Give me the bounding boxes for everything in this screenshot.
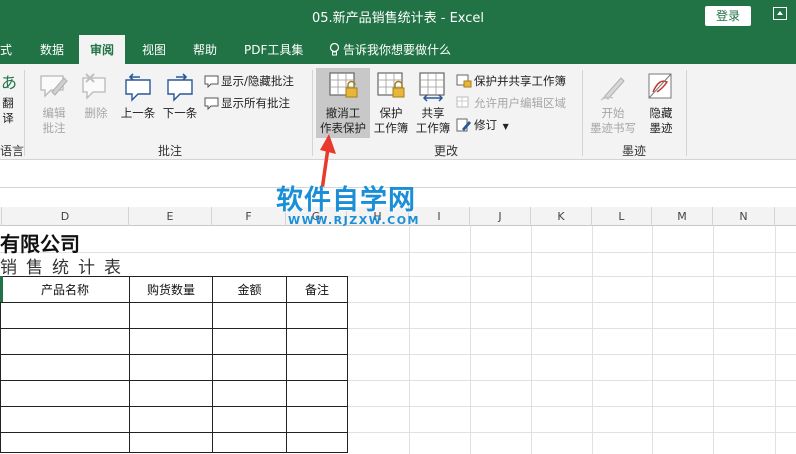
start-inking-label-1: 开始 — [601, 106, 625, 120]
column-header-m[interactable]: M — [652, 207, 713, 226]
login-button[interactable]: 登录 — [705, 6, 751, 26]
table-header-amount[interactable]: 金额 — [212, 276, 287, 303]
previous-comment-button[interactable]: 上一条 — [118, 70, 158, 121]
group-label-ink: 墨迹 — [622, 144, 647, 158]
translate-icon: あ — [1, 73, 17, 92]
share-workbook-label-1: 共享 — [421, 106, 445, 120]
tab-view[interactable]: 视图 — [142, 41, 166, 58]
share-workbook-icon — [419, 72, 445, 102]
protect-share-icon — [456, 74, 472, 88]
watermark-logo: 软件自学网 WWW.RJZXW.COM — [276, 178, 420, 227]
next-comment-icon — [167, 73, 193, 102]
protect-workbook-label-2: 工作簿 — [373, 121, 409, 135]
show-all-comments-label: 显示所有批注 — [221, 96, 290, 110]
start-inking-button[interactable]: 开始 墨迹书写 — [587, 70, 639, 136]
hide-ink-label-1: 隐藏 — [649, 106, 673, 120]
share-workbook-button[interactable]: 共享 工作簿 — [413, 70, 453, 136]
table-row — [0, 406, 348, 433]
table-row — [0, 354, 348, 381]
protect-workbook-icon — [377, 72, 405, 98]
ribbon-review: あ 翻 译 语言 编辑 批注 删除 上一条 下一条 显示/隐藏批注 显示所有批注… — [0, 64, 796, 160]
track-changes-icon — [456, 118, 471, 132]
tab-help[interactable]: 帮助 — [193, 41, 217, 58]
table-row — [0, 380, 348, 407]
protect-share-label: 保护并共享工作簿 — [474, 74, 566, 88]
delete-comment-label: 删除 — [84, 106, 108, 120]
previous-comment-label: 上一条 — [120, 106, 156, 120]
translate-button[interactable]: あ 翻 译 — [0, 70, 17, 126]
lightbulb-icon — [329, 42, 340, 56]
show-hide-comment-button[interactable]: 显示/隐藏批注 — [204, 72, 294, 90]
allow-edit-ranges-icon — [456, 96, 469, 108]
tab-review[interactable]: 审阅 — [79, 35, 126, 64]
column-header-l[interactable]: L — [592, 207, 652, 226]
ribbon-display-options-icon[interactable] — [773, 7, 787, 20]
active-cell-indicator — [0, 276, 3, 302]
title-bar: 05.新产品销售统计表 - Excel 登录 — [0, 0, 796, 32]
hide-ink-button[interactable]: 隐藏 墨迹 — [641, 70, 681, 136]
show-all-comments-button[interactable]: 显示所有批注 — [204, 94, 290, 112]
protect-workbook-label-1: 保护 — [379, 106, 403, 120]
track-changes-label: 修订 — [474, 118, 497, 132]
table-header-row: 产品名称 购货数量 金额 备注 — [0, 276, 348, 303]
column-header-n[interactable]: N — [713, 207, 775, 226]
column-header-f[interactable]: F — [212, 207, 286, 226]
hide-ink-label-2: 墨迹 — [649, 121, 673, 135]
unprotect-sheet-button[interactable]: 撤消工 作表保护 — [316, 68, 370, 138]
translate-label-2: 译 — [2, 111, 14, 125]
allow-edit-ranges-button[interactable]: 允许用户编辑区域 — [456, 94, 566, 112]
table-row — [0, 432, 348, 453]
next-comment-button[interactable]: 下一条 — [160, 70, 200, 121]
column-header-j[interactable]: J — [470, 207, 531, 226]
tell-me-search[interactable]: 告诉我你想要做什么 — [329, 41, 451, 58]
unprotect-sheet-icon — [329, 72, 358, 98]
unprotect-sheet-label-1: 撤消工 — [325, 106, 361, 120]
show-hide-comment-label: 显示/隐藏批注 — [221, 74, 294, 88]
group-label-changes: 更改 — [434, 144, 459, 158]
translate-label-1: 翻 — [2, 96, 14, 110]
column-header-k[interactable]: K — [531, 207, 592, 226]
next-comment-label: 下一条 — [162, 106, 198, 120]
ribbon-tabs: 式 数据 审阅 视图 帮助 PDF工具集 告诉我你想要做什么 — [0, 32, 796, 64]
tab-pdf-tools[interactable]: PDF工具集 — [244, 41, 303, 58]
previous-comment-icon — [125, 73, 151, 102]
track-changes-button[interactable]: 修订 ▼ — [456, 116, 509, 134]
table-header-notes[interactable]: 备注 — [286, 276, 348, 303]
table-row — [0, 328, 348, 355]
edit-comment-label-2: 批注 — [42, 121, 66, 135]
protect-share-workbook-button[interactable]: 保护并共享工作簿 — [456, 72, 566, 90]
tab-data[interactable]: 数据 — [40, 41, 64, 58]
chevron-down-icon: ▼ — [502, 122, 509, 131]
group-label-comments: 批注 — [158, 144, 183, 158]
sales-table: 产品名称 购货数量 金额 备注 — [0, 276, 348, 453]
protect-workbook-button[interactable]: 保护 工作簿 — [371, 70, 411, 136]
tell-me-label: 告诉我你想要做什么 — [343, 43, 452, 57]
edit-comment-label-1: 编辑 — [42, 106, 66, 120]
hide-ink-icon — [648, 73, 672, 99]
allow-edit-ranges-label: 允许用户编辑区域 — [474, 96, 566, 110]
table-header-quantity[interactable]: 购货数量 — [129, 276, 213, 303]
column-header-d[interactable]: D — [2, 207, 129, 226]
delete-comment-button[interactable]: 删除 — [78, 70, 114, 121]
window-title: 05.新产品销售统计表 - Excel — [311, 11, 485, 26]
edit-comment-icon — [40, 75, 68, 98]
watermark-text: 软件自学网 — [276, 185, 416, 216]
tab-formulas[interactable]: 式 — [0, 41, 12, 58]
group-label-language: 语言 — [0, 144, 25, 158]
sheet-subtitle-cell[interactable]: 销售统计表 — [0, 253, 130, 278]
share-workbook-label-2: 工作簿 — [415, 121, 451, 135]
table-header-product[interactable]: 产品名称 — [0, 276, 130, 303]
pen-icon — [600, 77, 625, 101]
start-inking-label-2: 墨迹书写 — [590, 121, 636, 135]
delete-comment-icon — [82, 73, 106, 100]
table-row — [0, 302, 348, 329]
edit-comment-button[interactable]: 编辑 批注 — [36, 70, 72, 136]
column-header-e[interactable]: E — [129, 207, 212, 226]
show-all-comments-icon — [204, 97, 219, 111]
show-hide-comment-icon — [204, 75, 219, 89]
svg-text:あ: あ — [1, 73, 16, 92]
watermark-url: WWW.RJZXW.COM — [288, 214, 420, 227]
